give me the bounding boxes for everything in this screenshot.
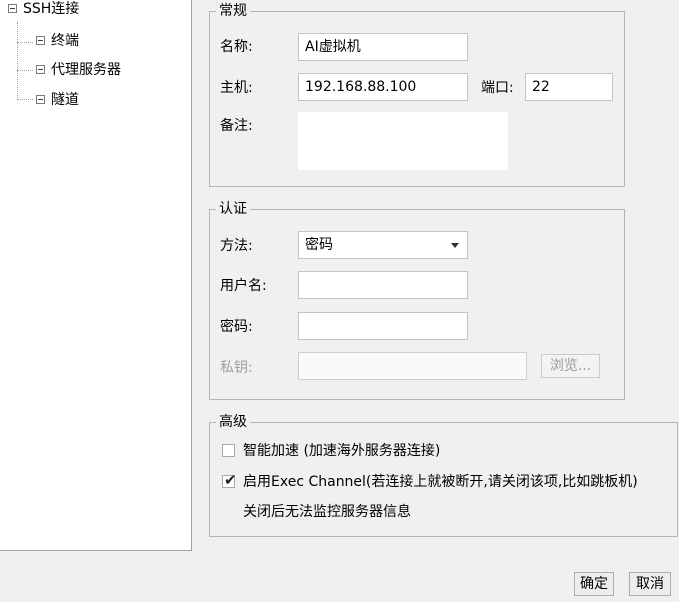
collapse-icon [36,94,45,104]
tree-item-label: 隧道 [51,92,79,108]
username-label: 用户名: [220,278,267,294]
collapse-icon [36,64,45,74]
exec-channel-checkbox[interactable]: ✔ [222,471,237,489]
exec-channel-label[interactable]: 启用Exec Channel(若连接上就被断开,请关闭该项,比如跳板机) [243,471,638,493]
tree-connector-line [17,99,33,100]
password-field[interactable] [298,312,468,340]
method-label: 方法: [220,238,253,254]
browse-button: 浏览... [541,354,600,378]
general-group-title: 常规 [216,2,250,20]
cancel-button[interactable]: 取消 [629,572,671,596]
tree-item-terminal[interactable]: 终端 [36,30,79,52]
tree-connector-line [17,42,33,43]
advanced-group-title: 高级 [216,413,250,431]
private-key-field [298,352,527,380]
checkmark-icon: ✔ [224,471,237,489]
exec-channel-note: 关闭后无法监控服务器信息 [243,504,411,520]
host-field[interactable]: 192.168.88.100 [298,73,468,101]
name-field[interactable]: AI虚拟机 [298,33,468,61]
dropdown-arrow-icon [451,243,459,248]
method-select[interactable]: 密码 [298,231,468,259]
port-label: 端口: [481,80,514,96]
collapse-icon[interactable] [8,3,17,13]
name-label: 名称: [220,39,253,55]
tree-item-label: 代理服务器 [51,62,121,78]
notes-textarea[interactable] [298,112,508,170]
smart-accel-label[interactable]: 智能加速 (加速海外服务器连接) [243,440,440,462]
connection-tree: SSH连接 终端 代理服务器 隧道 [0,0,192,551]
host-label: 主机: [220,80,253,96]
password-label: 密码: [220,319,253,335]
tree-item-proxy[interactable]: 代理服务器 [36,59,121,81]
auth-group-title: 认证 [216,200,250,218]
tree-item-tunnel[interactable]: 隧道 [36,89,79,111]
username-field[interactable] [298,271,468,299]
tree-item-label: SSH连接 [23,1,80,17]
notes-label: 备注: [220,118,253,134]
tree-item-ssh[interactable]: SSH连接 [8,0,79,20]
private-key-label: 私钥: [220,360,253,376]
tree-item-label: 终端 [51,33,79,49]
tree-connector-line [17,22,18,100]
ok-button[interactable]: 确定 [574,572,614,596]
smart-accel-checkbox[interactable] [222,444,235,457]
port-field[interactable]: 22 [525,73,613,101]
method-select-value: 密码 [305,237,333,253]
tree-connector-line [17,70,33,71]
collapse-icon [36,35,45,45]
